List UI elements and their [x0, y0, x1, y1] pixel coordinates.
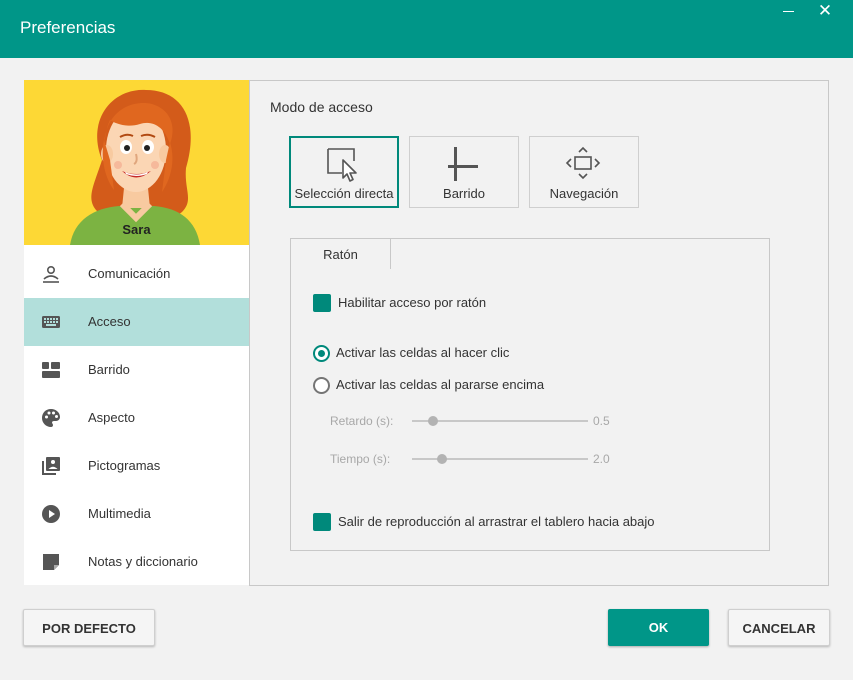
activate-on-hover-radio[interactable] — [313, 377, 330, 394]
mode-label: Barrido — [443, 186, 485, 201]
activate-on-click-radio[interactable] — [313, 345, 330, 362]
note-icon — [43, 554, 59, 570]
access-settings-panel: Modo de acceso Selección directa Barrido… — [249, 80, 829, 586]
sidebar-item-label: Multimedia — [88, 506, 151, 521]
sidebar-item-pictograms[interactable]: Pictogramas — [24, 442, 249, 490]
palette-icon — [42, 409, 60, 427]
cursor-select-icon — [327, 148, 357, 182]
sidebar-item-communication[interactable]: Comunicación — [24, 250, 249, 298]
section-title: Modo de acceso — [270, 99, 373, 115]
scan-icon — [42, 362, 60, 378]
sidebar-item-multimedia[interactable]: Multimedia — [24, 490, 249, 538]
activate-on-hover-label: Activar las celdas al pararse encima — [336, 377, 545, 392]
sidebar-item-label: Acceso — [88, 314, 131, 329]
sidebar-item-appearance[interactable]: Aspecto — [24, 394, 249, 442]
sidebar-item-label: Barrido — [88, 362, 130, 377]
pictograms-icon — [42, 457, 60, 475]
tab-label: Ratón — [323, 247, 358, 262]
time-label: Tiempo (s): — [330, 452, 391, 466]
sidebar-item-scan[interactable]: Barrido — [24, 346, 249, 394]
navigation-arrows-icon — [565, 146, 601, 180]
communication-icon — [43, 265, 59, 283]
time-value: 2.0 — [593, 452, 610, 466]
window-title: Preferencias — [20, 18, 116, 37]
sidebar: Sara Comunicación Acceso Barrido Aspecto… — [24, 80, 249, 585]
sidebar-item-label: Comunicación — [88, 266, 171, 281]
enable-mouse-label: Habilitar acceso por ratón — [338, 295, 487, 310]
avatar-illustration — [70, 89, 200, 245]
mode-label: Selección directa — [294, 186, 394, 201]
mode-scan-button[interactable]: Barrido — [409, 136, 519, 208]
sidebar-item-label: Aspecto — [88, 410, 135, 425]
reset-defaults-button[interactable]: POR DEFECTO — [23, 609, 155, 646]
cancel-button[interactable]: CANCELAR — [728, 609, 830, 646]
enable-mouse-checkbox[interactable] — [313, 294, 331, 312]
close-button[interactable]: ✕ — [808, 0, 842, 24]
scan-bar-icon — [448, 147, 478, 181]
ok-button[interactable]: OK — [608, 609, 709, 646]
play-circle-icon — [42, 505, 60, 523]
mode-navigation-button[interactable]: Navegación — [529, 136, 639, 208]
keyboard-icon — [42, 316, 60, 328]
time-slider-thumb[interactable] — [436, 454, 447, 464]
exit-playback-label: Salir de reproducción al arrastrar el ta… — [338, 514, 655, 529]
mode-label: Navegación — [549, 186, 619, 201]
mouse-tab-panel: Ratón Habilitar acceso por ratón Activar… — [290, 238, 770, 551]
exit-playback-checkbox[interactable] — [313, 513, 331, 531]
avatar[interactable]: Sara — [24, 80, 249, 245]
sidebar-item-notes[interactable]: Notas y diccionario — [24, 538, 249, 585]
delay-slider-track[interactable] — [412, 420, 588, 422]
sidebar-item-label: Pictogramas — [88, 458, 161, 473]
tab-mouse[interactable]: Ratón — [291, 239, 391, 269]
activate-on-click-label: Activar las celdas al hacer clic — [336, 345, 510, 360]
delay-slider-thumb[interactable] — [428, 416, 439, 426]
sidebar-item-label: Notas y diccionario — [88, 554, 198, 569]
profile-name: Sara — [122, 222, 151, 237]
title-bar: Preferencias ✕ — [0, 0, 853, 58]
mode-direct-selection-button[interactable]: Selección directa — [289, 136, 399, 208]
delay-value: 0.5 — [593, 414, 610, 428]
sidebar-item-access[interactable]: Acceso — [24, 298, 249, 346]
delay-label: Retardo (s): — [330, 414, 394, 428]
minimize-button[interactable] — [772, 0, 806, 24]
